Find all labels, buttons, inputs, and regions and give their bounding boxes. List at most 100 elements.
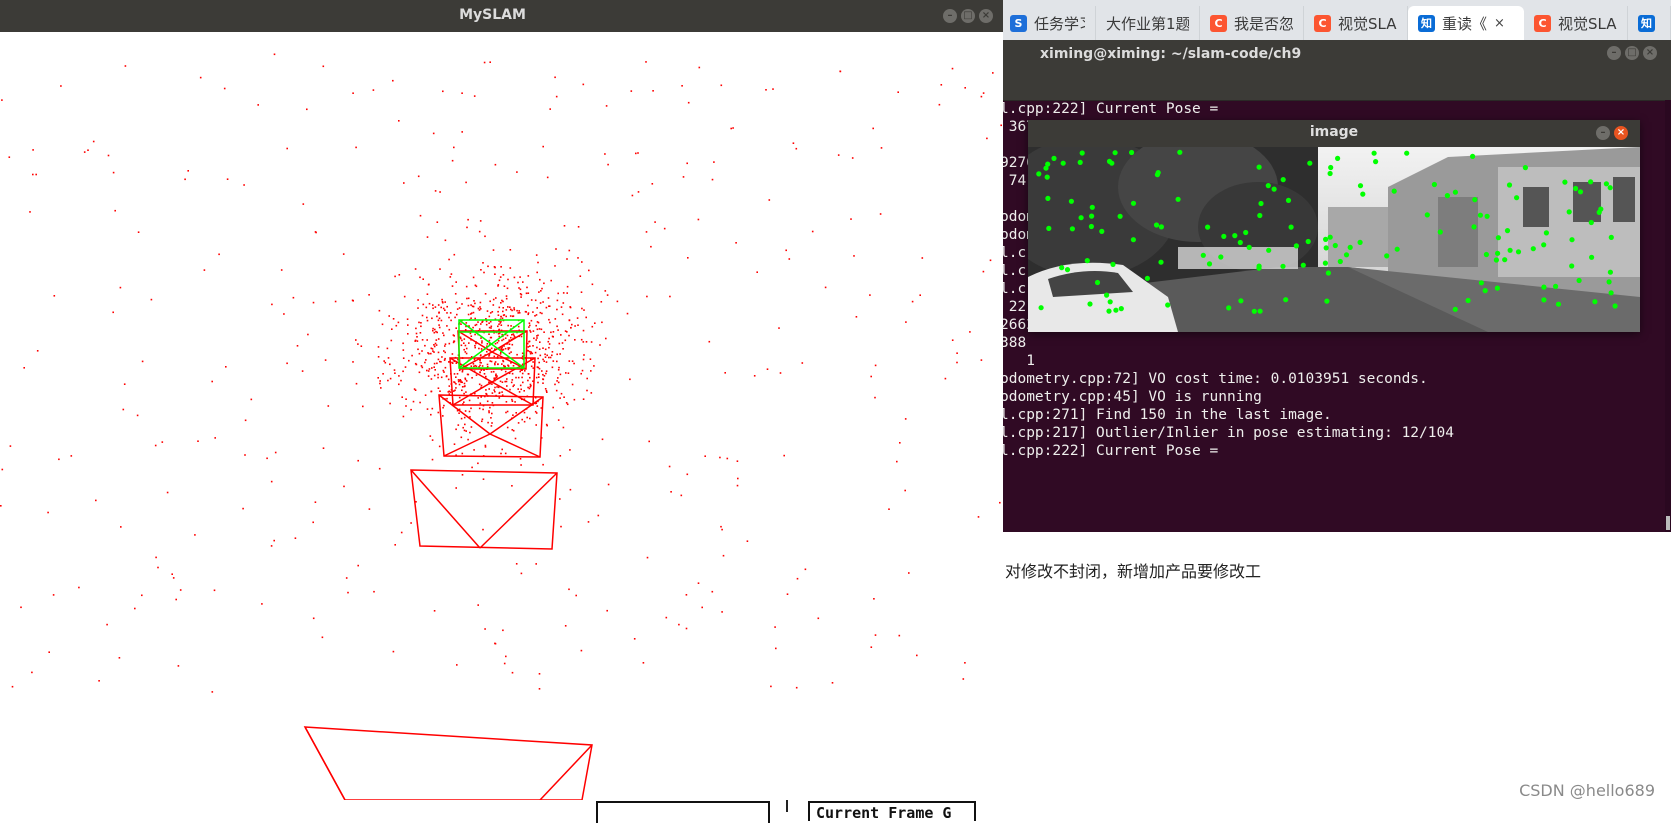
map-point	[449, 276, 452, 278]
browser-tab[interactable]: S 任务学习	[1000, 6, 1096, 40]
map-point	[444, 309, 446, 311]
map-point	[522, 381, 524, 384]
map-point	[494, 266, 496, 269]
image-window[interactable]: image – ×	[998, 120, 1640, 332]
terminal-scrollbar[interactable]	[1665, 100, 1671, 532]
feature-point	[1089, 213, 1095, 219]
map-point	[472, 305, 475, 308]
feature-point	[1280, 177, 1286, 183]
map-point	[467, 373, 470, 376]
map-point	[447, 378, 450, 381]
map-point	[491, 311, 494, 313]
map-point	[456, 373, 459, 375]
map-point	[355, 382, 358, 385]
minimize-icon[interactable]: –	[943, 9, 957, 23]
map-point	[458, 412, 460, 414]
map-point	[546, 354, 548, 357]
map-point	[301, 370, 304, 372]
feature-point	[1104, 292, 1110, 298]
map-point	[571, 383, 574, 386]
minimize-icon[interactable]: –	[1596, 126, 1610, 140]
map-point	[435, 339, 438, 341]
map-point	[242, 507, 244, 510]
map-point	[956, 361, 958, 364]
map-point	[420, 325, 422, 328]
map-point	[466, 226, 468, 229]
map-point	[442, 369, 445, 372]
browser-tab[interactable]: C 我是否忽	[1200, 6, 1304, 40]
current-frame-label: Current Frame G	[808, 801, 976, 821]
map-point	[502, 274, 505, 276]
feature-point	[1237, 239, 1243, 246]
browser-tab[interactable]: 知重读《 ×	[1408, 6, 1524, 40]
map-point	[552, 360, 555, 362]
feature-point	[1177, 149, 1183, 155]
map-point	[542, 145, 544, 148]
map-point	[956, 352, 958, 354]
map-point	[783, 454, 785, 457]
map-point	[491, 402, 494, 404]
feature-point	[1089, 204, 1095, 210]
map-point	[450, 319, 452, 322]
map-point	[314, 501, 317, 503]
map-point	[441, 298, 443, 301]
map-point	[225, 366, 227, 368]
map-point	[482, 408, 484, 411]
map-point	[547, 297, 550, 299]
maximize-icon[interactable]: □	[1625, 46, 1639, 60]
browser-tab[interactable]: C 视觉SLAM	[1304, 6, 1408, 40]
close-icon[interactable]: ×	[979, 9, 993, 23]
map-point	[419, 332, 422, 334]
minimize-icon[interactable]: –	[1607, 46, 1621, 60]
feature-point	[1257, 308, 1263, 314]
map-point	[465, 352, 468, 355]
feature-point	[1555, 301, 1562, 307]
map-point	[517, 281, 519, 284]
map-point	[529, 345, 531, 347]
map-point	[483, 61, 486, 64]
map-point	[172, 577, 175, 579]
map-point	[166, 491, 169, 494]
map-point	[568, 588, 570, 591]
map-viewer-canvas[interactable]	[0, 32, 1003, 801]
map-point	[381, 323, 384, 326]
map-point	[539, 354, 542, 357]
map-point	[407, 324, 409, 326]
map-point	[560, 334, 562, 336]
maximize-icon[interactable]: □	[961, 9, 975, 23]
browser-tab[interactable]: 大作业第1题	[1096, 6, 1200, 40]
map-point	[453, 253, 456, 256]
browser-tab[interactable]: C 视觉SLAM	[1524, 6, 1628, 40]
feature-point	[1084, 258, 1090, 264]
map-point	[479, 402, 482, 405]
map-point	[448, 390, 450, 393]
map-point	[475, 365, 478, 368]
map-point	[557, 419, 560, 421]
map-point	[419, 276, 421, 279]
map-point	[78, 586, 80, 589]
myslam-window[interactable]: MySLAM – □ ×	[0, 0, 1003, 801]
map-viewer-svg[interactable]	[0, 32, 1003, 801]
map-point	[481, 418, 484, 421]
terminal-scrollbar-thumb[interactable]	[1666, 516, 1670, 530]
map-point	[438, 324, 440, 326]
map-point	[540, 290, 542, 292]
map-point	[432, 307, 434, 310]
map-point	[475, 285, 478, 288]
terminal-titlebar[interactable]: ximing@ximing: ~/slam-code/ch9 – □ ×	[1000, 40, 1671, 101]
browser-tab[interactable]: 知	[1628, 6, 1671, 40]
map-point	[583, 309, 585, 311]
map-point	[539, 311, 542, 314]
map-point	[453, 340, 455, 343]
map-point	[519, 288, 522, 291]
close-icon[interactable]: ×	[1614, 126, 1628, 140]
tab-close-icon[interactable]: ×	[1494, 16, 1505, 31]
map-point	[484, 628, 486, 630]
map-point	[468, 342, 470, 344]
close-icon[interactable]: ×	[1643, 46, 1657, 60]
feature-point	[1232, 233, 1238, 239]
map-point	[549, 108, 551, 110]
map-point	[492, 298, 495, 301]
map-point	[511, 671, 514, 674]
map-point	[419, 401, 421, 404]
